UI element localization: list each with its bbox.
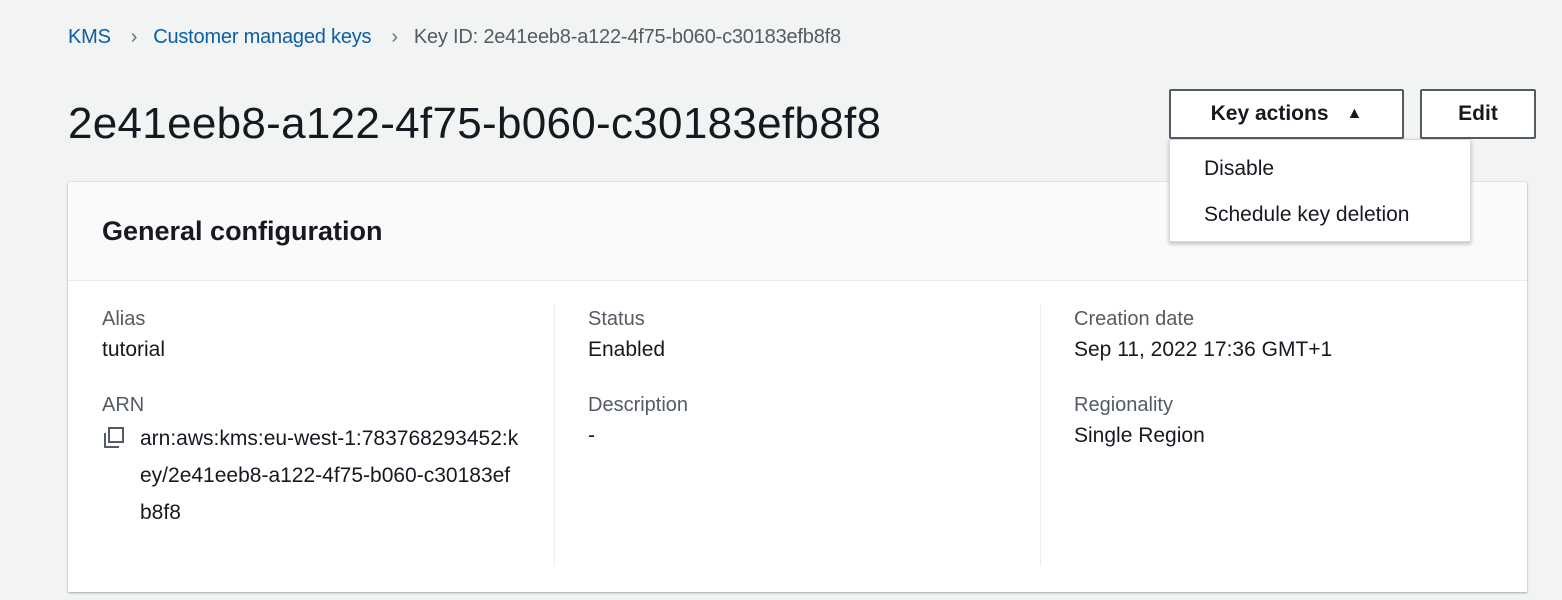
chevron-right-icon: ›	[130, 25, 138, 48]
status-label: Status	[588, 308, 645, 330]
breadcrumb-item-customer-managed-keys[interactable]: Customer managed keys	[153, 26, 371, 49]
breadcrumb-current: Key ID: 2e41eeb8-a122-4f75-b060-c30183ef…	[413, 25, 841, 48]
status-value: Enabled	[588, 338, 666, 361]
page: KMS › Customer managed keys › Key ID: 2e…	[0, 0, 1562, 600]
regionality-field: Regionality Single Region	[1074, 390, 1494, 452]
copy-icon[interactable]	[102, 426, 126, 450]
arn-value-wrap: arn:aws:kms:eu-west-1:783768293452:key/2…	[102, 420, 554, 531]
general-configuration-card: General configuration Alias tutorial ARN…	[68, 182, 1527, 592]
creation-date-value: Sep 11, 2022 17:36 GMT+1	[1074, 338, 1333, 361]
arn-label: ARN	[102, 394, 145, 416]
caret-up-icon: ▲	[1346, 105, 1363, 122]
chevron-right-icon: ›	[391, 25, 398, 48]
breadcrumb-item-kms[interactable]: KMS	[68, 26, 111, 49]
description-value: -	[588, 424, 595, 447]
status-field: Status Enabled	[588, 304, 1040, 366]
edit-label: Edit	[1458, 102, 1498, 125]
menu-item-schedule-key-deletion[interactable]: Schedule key deletion	[1170, 192, 1470, 238]
config-column-1: Alias tutorial ARN arn:aws:kms:eu-west-1…	[102, 304, 555, 566]
alias-field: Alias tutorial	[102, 304, 554, 366]
creation-date-label: Creation date	[1074, 308, 1195, 330]
description-field: Description -	[588, 390, 1040, 452]
creation-date-field: Creation date Sep 11, 2022 17:36 GMT+1	[1074, 304, 1494, 366]
arn-field: ARN arn:aws:kms:eu-west-1:783768293452:k…	[102, 390, 554, 531]
card-title: General configuration	[102, 215, 383, 246]
alias-label: Alias	[102, 308, 146, 330]
edit-button[interactable]: Edit	[1420, 89, 1536, 139]
description-label: Description	[588, 394, 689, 416]
regionality-label: Regionality	[1074, 394, 1173, 416]
config-column-3: Creation date Sep 11, 2022 17:36 GMT+1 R…	[1074, 304, 1494, 566]
breadcrumb: KMS › Customer managed keys › Key ID: 2e…	[68, 22, 841, 52]
key-actions-menu: Disable Schedule key deletion	[1169, 139, 1471, 242]
regionality-value: Single Region	[1074, 424, 1205, 447]
key-actions-button[interactable]: Key actions ▲	[1169, 89, 1404, 139]
menu-item-disable[interactable]: Disable	[1170, 146, 1470, 192]
arn-value: arn:aws:kms:eu-west-1:783768293452:key/2…	[140, 427, 519, 524]
page-title: 2e41eeb8-a122-4f75-b060-c30183efb8f8	[68, 99, 882, 148]
key-actions-label: Key actions	[1210, 102, 1329, 125]
config-columns: Alias tutorial ARN arn:aws:kms:eu-west-1…	[68, 304, 1527, 566]
config-column-2: Status Enabled Description -	[588, 304, 1041, 566]
alias-value: tutorial	[102, 338, 166, 361]
